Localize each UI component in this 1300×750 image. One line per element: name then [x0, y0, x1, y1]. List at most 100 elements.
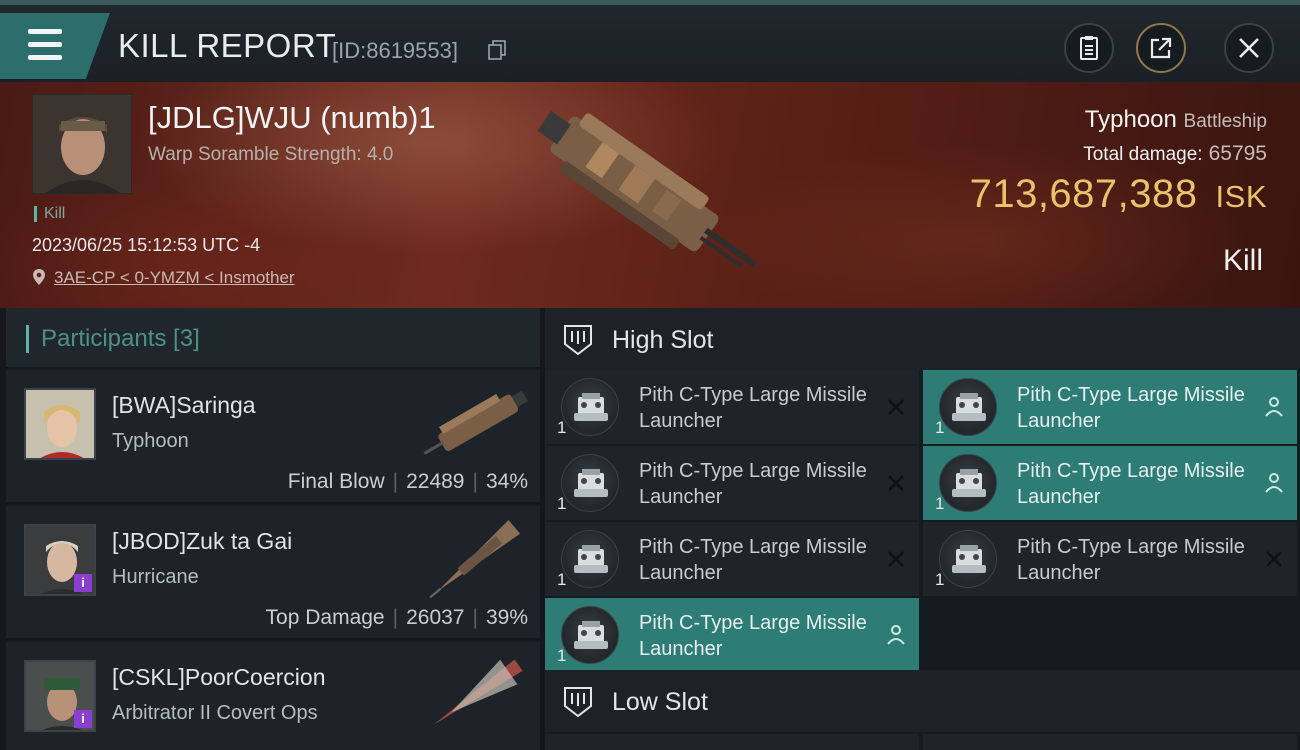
participant-ship-image	[433, 659, 523, 725]
low-slot-module-partial[interactable]	[923, 734, 1297, 750]
module-tile[interactable]: 1 Pith C-Type Large Missile Launcher	[545, 446, 919, 520]
participant-ship: Typhoon	[112, 430, 189, 452]
missile-launcher-icon	[939, 378, 997, 436]
module-tile[interactable]: 1 Pith C-Type Large Missile Launcher	[923, 446, 1297, 520]
missile-launcher-icon	[561, 530, 619, 588]
participant-name[interactable]: [CSKL]PoorCoercion	[112, 664, 326, 691]
participant-stats: Final Blow | 22489 | 34%	[287, 470, 528, 493]
isk-amount: 713,687,388	[969, 172, 1198, 216]
module-quantity: 1	[935, 570, 945, 589]
module-name: Pith C-Type Large Missile Launcher	[1017, 460, 1245, 508]
participant-stats: Top Damage | 26037 | 39%	[265, 606, 528, 629]
module-quantity: 1	[557, 494, 567, 513]
victim-name[interactable]: [JDLG]WJU (numb)1	[148, 100, 436, 136]
module-quantity: 1	[935, 494, 945, 513]
kill-datetime: 2023/06/25 15:12:53 UTC -4	[32, 235, 261, 255]
low-slot-module-partial[interactable]	[545, 734, 919, 750]
module-name: Pith C-Type Large Missile Launcher	[639, 612, 867, 660]
victim-ship-name[interactable]: Typhoon	[1085, 106, 1177, 133]
total-damage-value: 65795	[1208, 142, 1267, 165]
share-button[interactable]	[1136, 23, 1186, 73]
avatar[interactable]: i	[24, 524, 96, 596]
participant-role: Final Blow	[287, 470, 385, 493]
clipboard-icon	[1080, 36, 1098, 60]
report-id: [ID:8619553]	[332, 38, 458, 63]
participants-panel: Participants [3] [BWA]Saringa Typhoon Fi…	[6, 308, 540, 750]
participant-role: Top Damage	[265, 606, 385, 629]
copy-icon[interactable]	[488, 40, 506, 60]
high-slot-icon	[564, 325, 592, 356]
top-bar: KILL REPORT [ID:8619553]	[0, 0, 1300, 82]
avatar[interactable]	[24, 388, 96, 460]
participant-row[interactable]: i [CSKL]PoorCoercion Arbitrator II Cover…	[6, 642, 540, 750]
participants-title: Participants [3]	[26, 325, 200, 353]
victim-ship: Typhoon Battleship	[1085, 106, 1267, 134]
close-icon	[1239, 38, 1259, 58]
module-quantity: 1	[557, 418, 567, 437]
isk-unit: ISK	[1215, 179, 1267, 214]
participants-header: Participants [3]	[6, 308, 540, 368]
module-name: Pith C-Type Large Missile Launcher	[639, 384, 867, 432]
total-damage: Total damage: 65795	[1083, 142, 1267, 166]
dropped-person-icon	[887, 625, 905, 645]
participant-ship: Hurricane	[112, 566, 199, 588]
module-name: Pith C-Type Large Missile Launcher	[1017, 384, 1245, 432]
high-slot-label: High Slot	[612, 326, 714, 354]
module-name: Pith C-Type Large Missile Launcher	[639, 460, 867, 508]
participant-row[interactable]: [BWA]Saringa Typhoon Final Blow | 22489 | 34…	[6, 370, 540, 504]
module-tile[interactable]: 1 Pith C-Type Large Missile Launcher	[545, 370, 919, 444]
portrait-image	[33, 95, 131, 193]
participant-ship-image	[429, 519, 521, 599]
module-name: Pith C-Type Large Missile Launcher	[639, 536, 867, 584]
share-icon	[1150, 37, 1172, 59]
avatar[interactable]: i	[24, 660, 96, 732]
total-damage-label: Total damage:	[1083, 144, 1203, 165]
isk-value: 713,687,388 ISK	[970, 172, 1267, 217]
page-title: KILL REPORT	[118, 27, 337, 64]
low-slot-label: Low Slot	[612, 688, 708, 716]
missile-launcher-icon	[561, 606, 619, 664]
high-slot-header: High Slot	[545, 308, 1300, 370]
module-name: Pith C-Type Large Missile Launcher	[1017, 536, 1245, 584]
dropped-person-icon	[1265, 397, 1283, 417]
clipboard-button[interactable]	[1064, 23, 1114, 73]
module-quantity: 1	[935, 418, 945, 437]
module-quantity: 1	[557, 570, 567, 589]
missile-launcher-icon	[561, 454, 619, 512]
menu-icon	[28, 29, 62, 34]
close-button[interactable]	[1224, 23, 1274, 73]
info-badge-icon: i	[74, 574, 92, 592]
participant-ship: Arbitrator II Covert Ops	[112, 702, 318, 724]
victim-avatar[interactable]	[32, 94, 132, 194]
participant-name[interactable]: [JBOD]Zuk ta Gai	[112, 528, 292, 555]
menu-icon-bar	[28, 55, 62, 60]
participant-name[interactable]: [BWA]Saringa	[112, 392, 256, 419]
kill-tag: Kill	[34, 206, 65, 222]
participant-percent: 34%	[485, 470, 528, 493]
menu-button[interactable]	[0, 13, 110, 79]
location-pin-icon	[33, 269, 45, 285]
participant-percent: 39%	[485, 606, 528, 629]
missile-launcher-icon	[939, 454, 997, 512]
participant-row[interactable]: i [JBOD]Zuk ta Gai Hurricane Top Damage |…	[6, 506, 540, 640]
module-tile[interactable]: 1 Pith C-Type Large Missile Launcher	[923, 522, 1297, 596]
dropped-person-icon	[1265, 473, 1283, 493]
kill-result: Kill	[1222, 244, 1263, 277]
destroyed-x-icon	[888, 551, 904, 567]
destroyed-x-icon	[888, 475, 904, 491]
module-tile[interactable]: 1 Pith C-Type Large Missile Launcher	[545, 598, 919, 672]
victim-ship-image	[537, 111, 757, 268]
low-slot-header: Low Slot	[545, 670, 1300, 732]
participant-damage: 22489	[406, 470, 465, 493]
kill-location-link[interactable]: 3AE-CP < 0-YMZM < Insmother	[54, 268, 295, 288]
victim-banner: [JDLG]WJU (numb)1 Warp Soramble Strength…	[0, 82, 1300, 308]
info-badge-icon: i	[74, 710, 92, 728]
module-tile[interactable]: 1 Pith C-Type Large Missile Launcher	[923, 370, 1297, 444]
fitting-panel: High Slot 1 Pith C-Type Large Missile Lau…	[545, 308, 1300, 750]
warp-scramble: Warp Soramble Strength: 4.0	[148, 144, 394, 165]
low-slot-icon	[564, 687, 592, 718]
missile-launcher-icon	[939, 530, 997, 588]
portrait-image	[26, 390, 94, 458]
destroyed-x-icon	[1266, 551, 1282, 567]
module-tile[interactable]: 1 Pith C-Type Large Missile Launcher	[545, 522, 919, 596]
